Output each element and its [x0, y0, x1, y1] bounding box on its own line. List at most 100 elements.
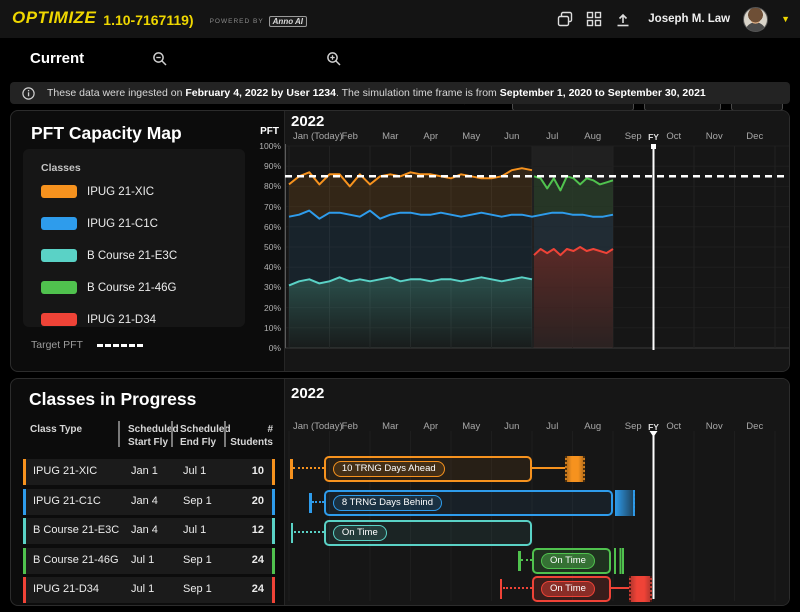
students-cell: 24 [252, 554, 264, 566]
gantt-dotted-connector [294, 531, 324, 533]
gantt-bar-ipug-21-xic[interactable]: 10 TRNG Days Ahead [324, 456, 532, 482]
col-class-type: Class Type [30, 423, 112, 436]
students-cell: 10 [252, 465, 264, 477]
gantt-start-tick [290, 459, 293, 479]
class-type-cell: IPUG 21-XIC [33, 465, 97, 477]
gantt-dotted-connector [293, 467, 324, 469]
header-divider [171, 421, 173, 447]
ingest-info-banner: These data were ingested on February 4, … [10, 82, 790, 104]
end-fly-cell: Sep 1 [183, 495, 212, 507]
class-row-ipug-21-c1c[interactable]: IPUG 21-C1C Jan 4 Sep 1 20 [23, 489, 275, 515]
gantt-start-tick [518, 551, 521, 571]
app-name: OPTIMIZE [12, 8, 96, 28]
month-label: Aug [584, 131, 601, 142]
legend-title: Classes [41, 162, 81, 174]
capacity-year-left: 2022 [291, 113, 324, 130]
gantt-start-tick [291, 523, 294, 543]
capacity-map-title: PFT Capacity Map [31, 123, 182, 144]
gantt-status-badge: On Time [333, 525, 387, 541]
blue-swatch [41, 217, 77, 230]
col-start-fly: Scheduled Start Fly [128, 423, 170, 449]
gantt-dotted-connector [312, 501, 324, 503]
view-label: Current [30, 50, 84, 67]
y-axis-tick: 10% [249, 323, 281, 333]
fy-marker-label: FY [648, 132, 659, 142]
y-axis-tick: 20% [249, 303, 281, 313]
windows-layers-icon[interactable] [557, 11, 573, 27]
legend-item-label: IPUG 21-XIC [87, 186, 154, 198]
user-name: Joseph M. Law [648, 13, 730, 25]
capacity-chart-zone: 2022 20 Jan (Today)FebMarAprMayJunJulAug… [284, 111, 789, 371]
gantt-bar-ipug-21-c1c[interactable]: 8 TRNG Days Behind [324, 490, 613, 516]
app-version: 1.10-7167119) [103, 12, 193, 28]
app-bar-right: Joseph M. Law ▼ [557, 0, 790, 38]
end-fly-cell: Sep 1 [183, 554, 212, 566]
month-label: Jun [504, 131, 519, 142]
classes-in-progress-title: Classes in Progress [29, 389, 196, 410]
legend-item-label: IPUG 21-D34 [87, 314, 156, 326]
header-divider [118, 421, 120, 447]
apps-grid-icon[interactable] [586, 11, 602, 27]
start-fly-cell: Jan 4 [131, 495, 158, 507]
month-label: Dec [746, 131, 763, 142]
gantt-status-badge: 10 TRNG Days Ahead [333, 461, 445, 477]
gantt-dotted-connector [503, 587, 532, 589]
legend-item-orange[interactable]: IPUG 21-XIC [41, 185, 154, 198]
class-row-ipug-21-xic[interactable]: IPUG 21-XIC Jan 1 Jul 1 10 [23, 459, 275, 485]
gantt-projected-block[interactable] [565, 456, 585, 482]
class-type-cell: B Course 21-46G [33, 554, 119, 566]
gantt-bar-b-course-21-46g[interactable]: On Time [532, 548, 611, 574]
month-label: May [462, 131, 480, 142]
gantt-start-tick [500, 579, 503, 599]
pft-axis-title: PFT [249, 126, 279, 137]
start-fly-cell: Jan 1 [131, 465, 158, 477]
class-row-b-course-21-46g[interactable]: B Course 21-46G Jul 1 Sep 1 24 [23, 548, 275, 574]
month-label: Feb [342, 131, 358, 142]
banner-sim-range: September 1, 2020 to September 30, 2021 [500, 87, 706, 99]
capacity-plot[interactable] [285, 144, 790, 356]
gantt-rows: 10 TRNG Days Ahead 8 TRNG Days Behind On T… [285, 379, 789, 605]
orange-swatch [41, 185, 77, 198]
y-axis-tick: 60% [249, 222, 281, 232]
class-row-ipug-21-d34[interactable]: IPUG 21-D34 Jul 1 Sep 1 24 [23, 577, 275, 603]
start-fly-cell: Jul 1 [131, 554, 154, 566]
zoom-in-icon[interactable] [326, 51, 342, 67]
banner-segment: These data were ingested on [47, 87, 185, 99]
y-axis-tick: 50% [249, 242, 281, 252]
info-icon [22, 87, 35, 100]
legend-item-label: IPUG 21-C1C [87, 218, 158, 230]
user-avatar[interactable] [743, 7, 768, 32]
class-row-b-course-21-e3c[interactable]: B Course 21-E3C Jan 4 Jul 1 12 [23, 518, 275, 544]
gantt-bar-b-course-21-e3c[interactable]: On Time [324, 520, 532, 546]
class-type-cell: IPUG 21-C1C [33, 495, 101, 507]
teal-swatch [41, 249, 77, 262]
gantt-bar-ipug-21-d34[interactable]: On Time [532, 576, 611, 602]
y-axis-tick: 0% [249, 343, 281, 353]
legend-item-label: B Course 21-E3C [87, 250, 177, 262]
user-menu-caret-icon[interactable]: ▼ [781, 14, 790, 24]
month-label: Jul [546, 131, 558, 142]
gantt-chart-zone: 2022 20 Jan (Today)FebMarAprMayJunJulAug… [284, 379, 789, 605]
target-pft-dash-swatch [97, 344, 143, 347]
gantt-status-badge: On Time [541, 553, 595, 569]
y-axis-tick: 100% [249, 141, 281, 151]
powered-by-badge: Anno AI [269, 16, 307, 27]
zoom-out-icon[interactable] [152, 51, 168, 67]
class-type-cell: IPUG 21-D34 [33, 583, 99, 595]
legend-item-green[interactable]: B Course 21-46G [41, 281, 177, 294]
students-cell: 20 [252, 495, 264, 507]
legend-item-teal[interactable]: B Course 21-E3C [41, 249, 177, 262]
banner-segment: . The simulation time frame is from [336, 87, 500, 99]
gantt-projected-block[interactable] [614, 548, 624, 574]
gantt-start-tick [309, 493, 312, 513]
app-bar: OPTIMIZE 1.10-7167119) POWERED BY Anno A… [0, 0, 800, 38]
end-fly-cell: Sep 1 [183, 583, 212, 595]
legend-item-blue[interactable]: IPUG 21-C1C [41, 217, 158, 230]
gantt-projected-block[interactable] [615, 490, 635, 516]
month-label: Apr [423, 131, 438, 142]
ingest-info-text: These data were ingested on February 4, … [47, 87, 706, 99]
legend-item-red[interactable]: IPUG 21-D34 [41, 313, 156, 326]
upload-icon[interactable] [615, 11, 631, 27]
capacity-month-axis: Jan (Today)FebMarAprMayJunJulAugSepOctNo… [285, 131, 790, 145]
gantt-projected-block[interactable] [629, 576, 652, 602]
